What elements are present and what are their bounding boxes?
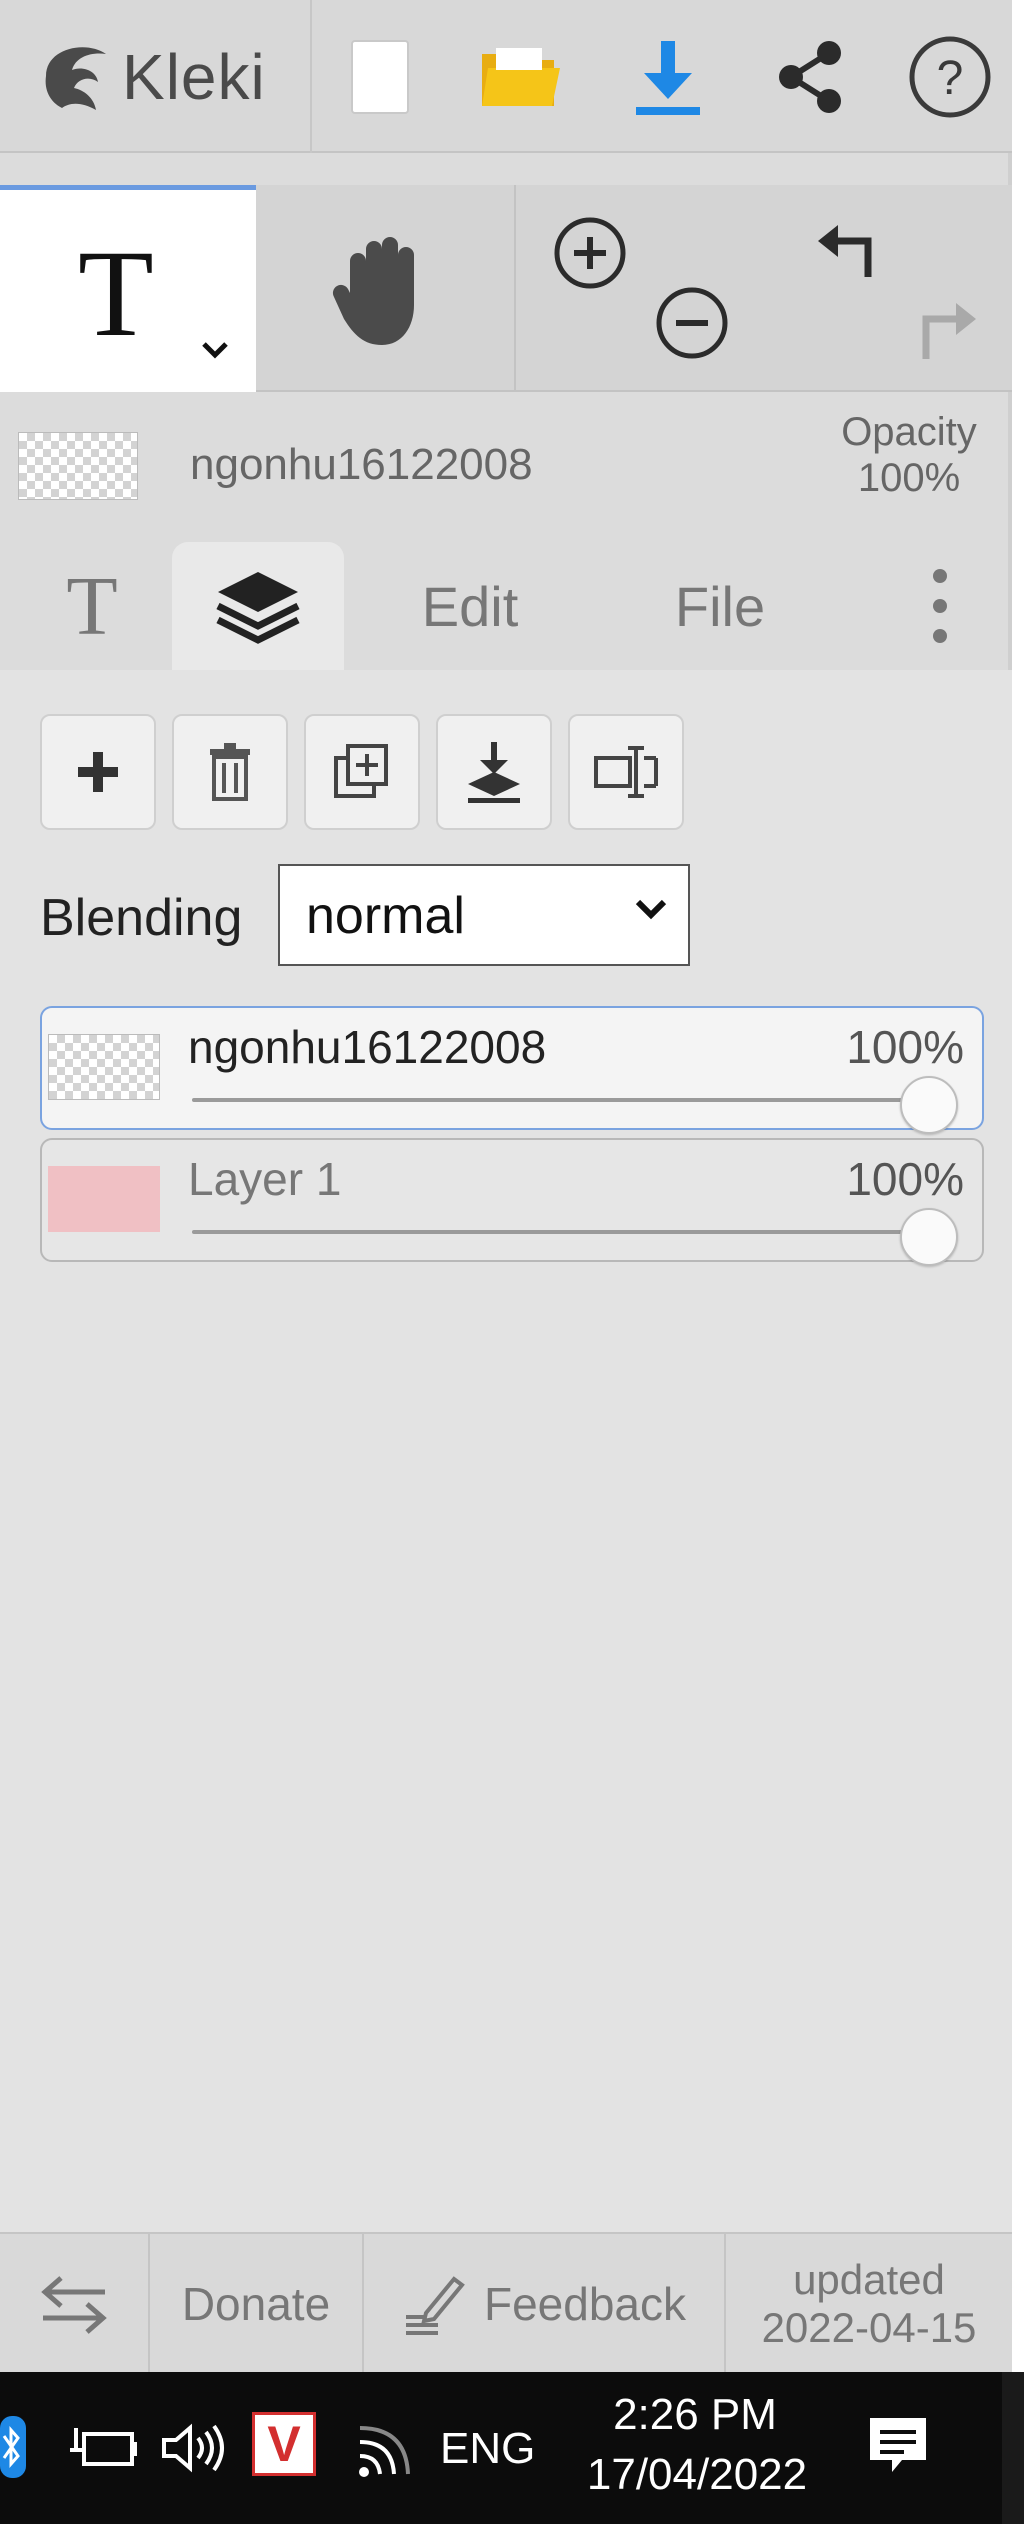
more-options-button[interactable] <box>900 542 980 670</box>
opacity-slider-knob[interactable] <box>900 1208 958 1266</box>
layers-icon <box>216 572 300 644</box>
layer-opacity: 100% <box>846 1153 964 1205</box>
layer-opacity: 100% <box>846 1021 964 1073</box>
opacity-value: 100% <box>857 456 961 500</box>
opacity-slider-knob[interactable] <box>900 1076 958 1134</box>
duplicate-icon <box>334 744 388 798</box>
updated-label: updated <box>793 2255 945 2303</box>
kleki-logo[interactable]: Kleki <box>0 0 312 153</box>
history-controls <box>772 185 1012 392</box>
tool-bar: T <box>0 185 1012 392</box>
panel-tabs: T Edit File <box>0 510 1012 670</box>
tab-layers[interactable] <box>172 542 344 670</box>
trash-icon <box>210 743 250 801</box>
antivirus-glyph: V <box>267 2416 301 2472</box>
header-bar: Kleki ? <box>0 0 1012 153</box>
blending-mode-value: normal <box>306 887 465 945</box>
taskbar: V ENG 2:26 PM 17/04/2022 <box>0 2372 1024 2524</box>
layer-thumbnail <box>48 1034 160 1100</box>
zoom-controls <box>516 185 772 392</box>
zoom-in-icon[interactable] <box>552 215 628 291</box>
share-button[interactable] <box>750 0 870 153</box>
clock-date[interactable]: 17/04/2022 <box>574 2450 820 2500</box>
plus-icon <box>78 752 118 792</box>
layer-name: Layer 1 <box>188 1153 342 1205</box>
current-layer-thumbnail <box>18 432 138 500</box>
feedback-link[interactable]: Feedback <box>364 2234 726 2374</box>
show-desktop-edge[interactable] <box>1002 2372 1024 2524</box>
text-tool-button[interactable]: T <box>0 185 256 392</box>
share-icon <box>779 40 841 113</box>
update-info: updated 2022-04-15 <box>726 2234 1012 2374</box>
merge-down-icon <box>468 742 520 803</box>
kleki-app: Kleki ? T ngonhu16122008 Opacity 100% T … <box>0 0 1012 2374</box>
logo-text: Kleki <box>122 41 266 113</box>
updated-date: 2022-04-15 <box>761 2304 977 2351</box>
open-folder-icon <box>482 47 560 106</box>
input-language[interactable]: ENG <box>440 2424 535 2474</box>
delete-layer-button[interactable] <box>172 714 288 830</box>
opacity-label: Opacity <box>841 410 977 454</box>
layer-item-layer-1[interactable]: Layer 1 100% <box>40 1138 984 1266</box>
redo-icon[interactable] <box>904 285 982 365</box>
layers-panel: Blending normal ngonhu16122008 100% Laye… <box>0 670 1012 2232</box>
rename-icon <box>594 746 658 798</box>
footer-bar: Donate Feedback updated 2022-04-15 <box>0 2232 1012 2374</box>
swap-sides-button[interactable] <box>0 2234 150 2374</box>
donate-link[interactable]: Donate <box>150 2234 364 2374</box>
clock-time[interactable]: 2:26 PM <box>580 2390 810 2440</box>
text-tool-icon: T <box>78 225 154 362</box>
undo-icon[interactable] <box>812 213 890 291</box>
new-document-icon <box>351 39 409 114</box>
blending-label: Blending <box>40 889 243 947</box>
tab-edit[interactable]: Edit <box>360 542 580 670</box>
antivirus-tray-icon[interactable]: V <box>252 2412 316 2476</box>
feedback-label: Feedback <box>483 2278 686 2330</box>
window-edge <box>1012 0 1024 2372</box>
layer-name: ngonhu16122008 <box>188 1021 547 1073</box>
opacity-slider-track[interactable] <box>192 1098 942 1102</box>
help-glyph: ? <box>937 52 964 105</box>
rename-layer-button[interactable] <box>568 714 684 830</box>
merge-down-button[interactable] <box>436 714 552 830</box>
help-button[interactable]: ? <box>890 0 1010 153</box>
swap-arrows-icon <box>41 2276 107 2334</box>
wifi-icon[interactable] <box>352 2416 418 2482</box>
battery-icon[interactable] <box>70 2420 140 2476</box>
hand-tool-button[interactable] <box>258 185 516 392</box>
hand-icon <box>332 237 414 345</box>
tab-text-settings[interactable]: T <box>22 542 162 670</box>
chevron-down-icon <box>635 899 667 920</box>
current-layer-info: ngonhu16122008 Opacity 100% <box>0 392 1012 510</box>
volume-icon[interactable] <box>160 2420 230 2476</box>
kleki-logo-icon <box>45 47 106 110</box>
add-layer-button[interactable] <box>40 714 156 830</box>
blending-mode-select[interactable]: normal <box>278 864 690 966</box>
current-layer-name: ngonhu16122008 <box>190 440 533 489</box>
help-icon: ? <box>909 36 991 117</box>
new-document-button[interactable] <box>320 0 440 153</box>
duplicate-layer-button[interactable] <box>304 714 420 830</box>
download-icon <box>636 40 700 115</box>
zoom-out-icon[interactable] <box>654 285 730 361</box>
save-download-button[interactable] <box>608 0 728 153</box>
opacity-slider-track[interactable] <box>192 1230 942 1234</box>
feedback-pen-icon <box>405 2276 465 2335</box>
notifications-icon[interactable] <box>862 2412 934 2484</box>
layer-thumbnail <box>48 1166 160 1232</box>
chevron-down-icon[interactable] <box>200 340 230 360</box>
tab-file[interactable]: File <box>610 542 830 670</box>
more-vertical-icon <box>933 569 947 643</box>
layer-item-ngonhu16122008[interactable]: ngonhu16122008 100% <box>40 1006 984 1134</box>
open-file-button[interactable] <box>460 0 580 153</box>
bluetooth-icon[interactable] <box>0 2412 26 2482</box>
